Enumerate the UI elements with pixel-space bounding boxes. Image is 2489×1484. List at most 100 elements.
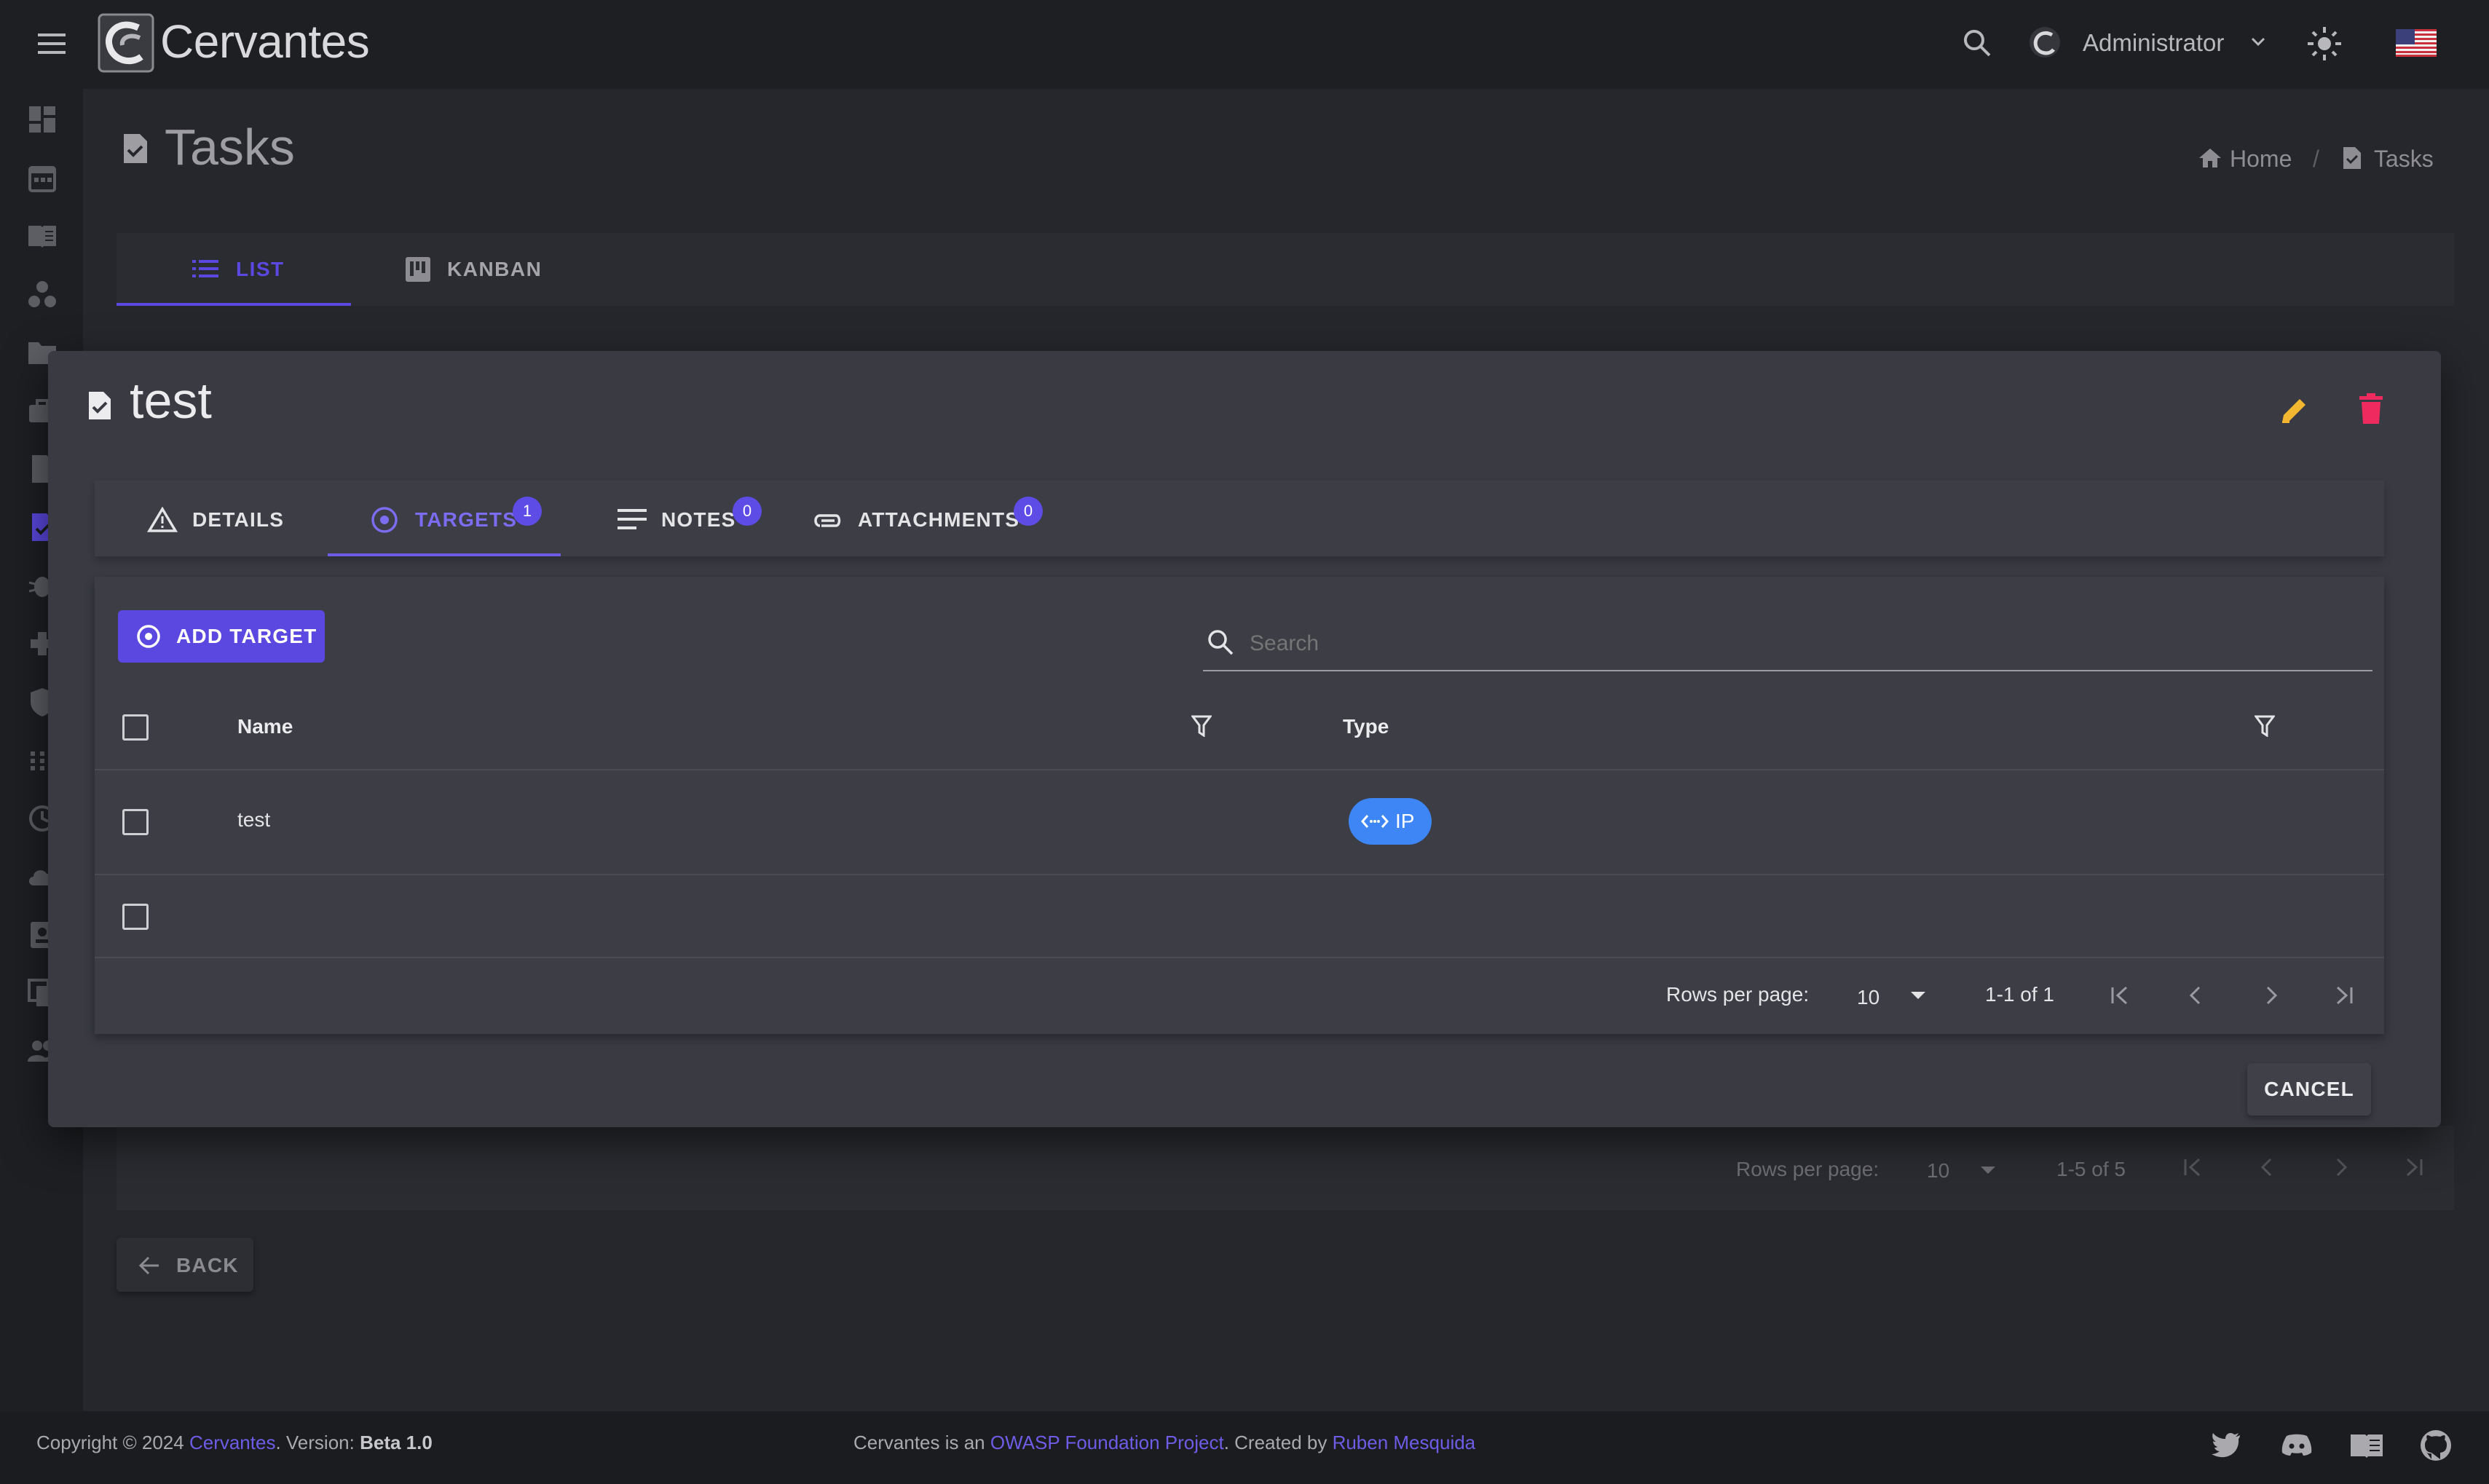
row-name: test <box>237 808 271 831</box>
dashboard-icon[interactable] <box>26 103 58 135</box>
add-target-label: ADD TARGET <box>176 625 317 647</box>
theme-toggle-sun-icon[interactable] <box>2305 25 2343 63</box>
cervantes-logo <box>98 13 154 73</box>
delete-trash-icon[interactable] <box>2358 393 2384 425</box>
rows-per-page-label: Rows per page: <box>1666 983 1810 1006</box>
breadcrumb-current: Tasks <box>2374 146 2434 172</box>
notes-icon <box>618 508 647 530</box>
tab-kanban-label: KANBAN <box>447 258 543 280</box>
row-checkbox[interactable] <box>122 904 149 930</box>
tab-list-label: LIST <box>236 258 285 280</box>
first-page-icon[interactable] <box>2109 984 2131 1006</box>
bg-first-page-icon[interactable] <box>2182 1156 2204 1178</box>
discord-icon[interactable] <box>2281 1433 2313 1456</box>
target-icon <box>370 505 399 534</box>
kanban-icon <box>405 256 431 283</box>
tab-targets-label: TARGETS <box>415 508 518 531</box>
rows-per-page-value[interactable]: 10 <box>1857 986 1879 1009</box>
top-app-bar: Cervantes Administrator <box>0 0 2489 89</box>
bg-rows-per-page-label: Rows per page: <box>1736 1158 1879 1180</box>
arrow-left-icon <box>138 1255 160 1276</box>
row-checkbox[interactable] <box>122 809 149 835</box>
column-header-name[interactable]: Name <box>237 715 293 738</box>
filter-type-icon[interactable] <box>2255 715 2275 737</box>
last-page-icon[interactable] <box>2333 984 2355 1006</box>
page-title: Tasks <box>165 119 295 175</box>
rows-dropdown-icon[interactable] <box>1911 992 1925 1000</box>
user-name[interactable]: Administrator <box>2083 29 2224 57</box>
pagination-range: 1-1 of 1 <box>1985 983 2054 1006</box>
cancel-button[interactable]: CANCEL <box>2247 1063 2371 1116</box>
github-icon[interactable] <box>2419 1429 2453 1462</box>
filter-name-icon[interactable] <box>1191 715 1212 737</box>
search-input[interactable] <box>1250 629 2371 658</box>
type-chip-label: IP <box>1395 810 1415 832</box>
chevron-down-icon[interactable] <box>2250 36 2266 48</box>
edit-pencil-icon[interactable] <box>2279 395 2310 425</box>
back-button[interactable]: BACK <box>117 1238 253 1292</box>
tasks-title-icon <box>122 133 149 165</box>
tab-targets[interactable]: TARGETS 1 <box>328 481 561 556</box>
author-link[interactable]: Ruben Mesquida <box>1333 1432 1476 1453</box>
bg-prev-page-icon[interactable] <box>2256 1156 2278 1178</box>
type-chip-ip: IP <box>1349 798 1432 845</box>
menu-icon[interactable] <box>38 32 68 55</box>
footer: Copyright © 2024 Cervantes. Version: Bet… <box>0 1411 2489 1484</box>
tab-notes-label: NOTES <box>661 508 736 531</box>
warning-icon <box>147 507 178 533</box>
tab-details[interactable]: DETAILS <box>95 481 328 556</box>
bg-rows-dropdown-icon[interactable] <box>1981 1167 1995 1175</box>
search-icon <box>1206 628 1235 657</box>
us-flag-language-icon[interactable] <box>2396 29 2437 57</box>
code-arrows-icon <box>1360 813 1389 830</box>
search-underline <box>1203 670 2372 671</box>
book-icon[interactable] <box>26 220 58 252</box>
background-table-footer: Rows per page: 10 1-5 of 5 <box>117 1126 2454 1210</box>
owasp-link[interactable]: OWASP Foundation Project <box>990 1432 1224 1453</box>
add-target-button[interactable]: ADD TARGET <box>118 610 325 663</box>
column-header-type[interactable]: Type <box>1343 715 1389 738</box>
home-icon[interactable] <box>2198 147 2222 169</box>
docs-book-icon[interactable] <box>2349 1433 2384 1458</box>
attachments-count-badge: 0 <box>1014 497 1043 526</box>
table-row[interactable] <box>95 875 2384 957</box>
next-page-icon[interactable] <box>2260 984 2282 1006</box>
app-title[interactable]: Cervantes <box>160 15 370 68</box>
list-icon <box>192 259 218 278</box>
bg-last-page-icon[interactable] <box>2403 1156 2425 1178</box>
tab-notes[interactable]: NOTES 0 <box>597 481 779 556</box>
breadcrumb-separator: / <box>2313 146 2319 172</box>
version-value: Beta 1.0 <box>360 1432 433 1453</box>
project-prefix: Cervantes is an <box>853 1432 990 1453</box>
bg-pagination-range: 1-5 of 5 <box>2056 1158 2126 1180</box>
prev-page-icon[interactable] <box>2185 984 2206 1006</box>
dialog-title: test <box>130 372 212 429</box>
breadcrumb-home[interactable]: Home <box>2230 146 2292 173</box>
back-button-label: BACK <box>176 1254 239 1276</box>
target-icon <box>135 623 162 650</box>
tab-list[interactable]: LIST <box>117 233 351 306</box>
tab-active-indicator <box>117 303 351 306</box>
table-row[interactable]: test <box>95 770 2384 874</box>
created-by-prefix: . Created by <box>1223 1432 1333 1453</box>
select-all-checkbox[interactable] <box>122 714 149 741</box>
copyright-text: Copyright © 2024 <box>36 1432 189 1453</box>
tab-details-label: DETAILS <box>192 508 285 531</box>
bg-next-page-icon[interactable] <box>2330 1156 2352 1178</box>
user-avatar-icon[interactable] <box>2029 26 2061 58</box>
task-document-icon <box>87 390 112 421</box>
tab-active-indicator <box>328 553 561 556</box>
clients-icon[interactable] <box>26 278 58 310</box>
calendar-icon[interactable] <box>26 162 58 194</box>
twitter-icon[interactable] <box>2211 1432 2241 1458</box>
notes-count-badge: 0 <box>733 497 762 526</box>
tab-kanban[interactable]: KANBAN <box>393 233 568 306</box>
search-icon[interactable] <box>1962 28 1992 58</box>
cervantes-link[interactable]: Cervantes <box>189 1432 276 1453</box>
paperclip-icon <box>811 510 843 530</box>
targets-count-badge: 1 <box>513 497 542 526</box>
tab-attachments[interactable]: ATTACHMENTS 0 <box>794 481 1063 556</box>
tab-attachments-label: ATTACHMENTS <box>858 508 1020 531</box>
bg-rows-per-page-value[interactable]: 10 <box>1927 1159 1949 1183</box>
footer-project-info: Cervantes is an OWASP Foundation Project… <box>853 1432 1475 1454</box>
